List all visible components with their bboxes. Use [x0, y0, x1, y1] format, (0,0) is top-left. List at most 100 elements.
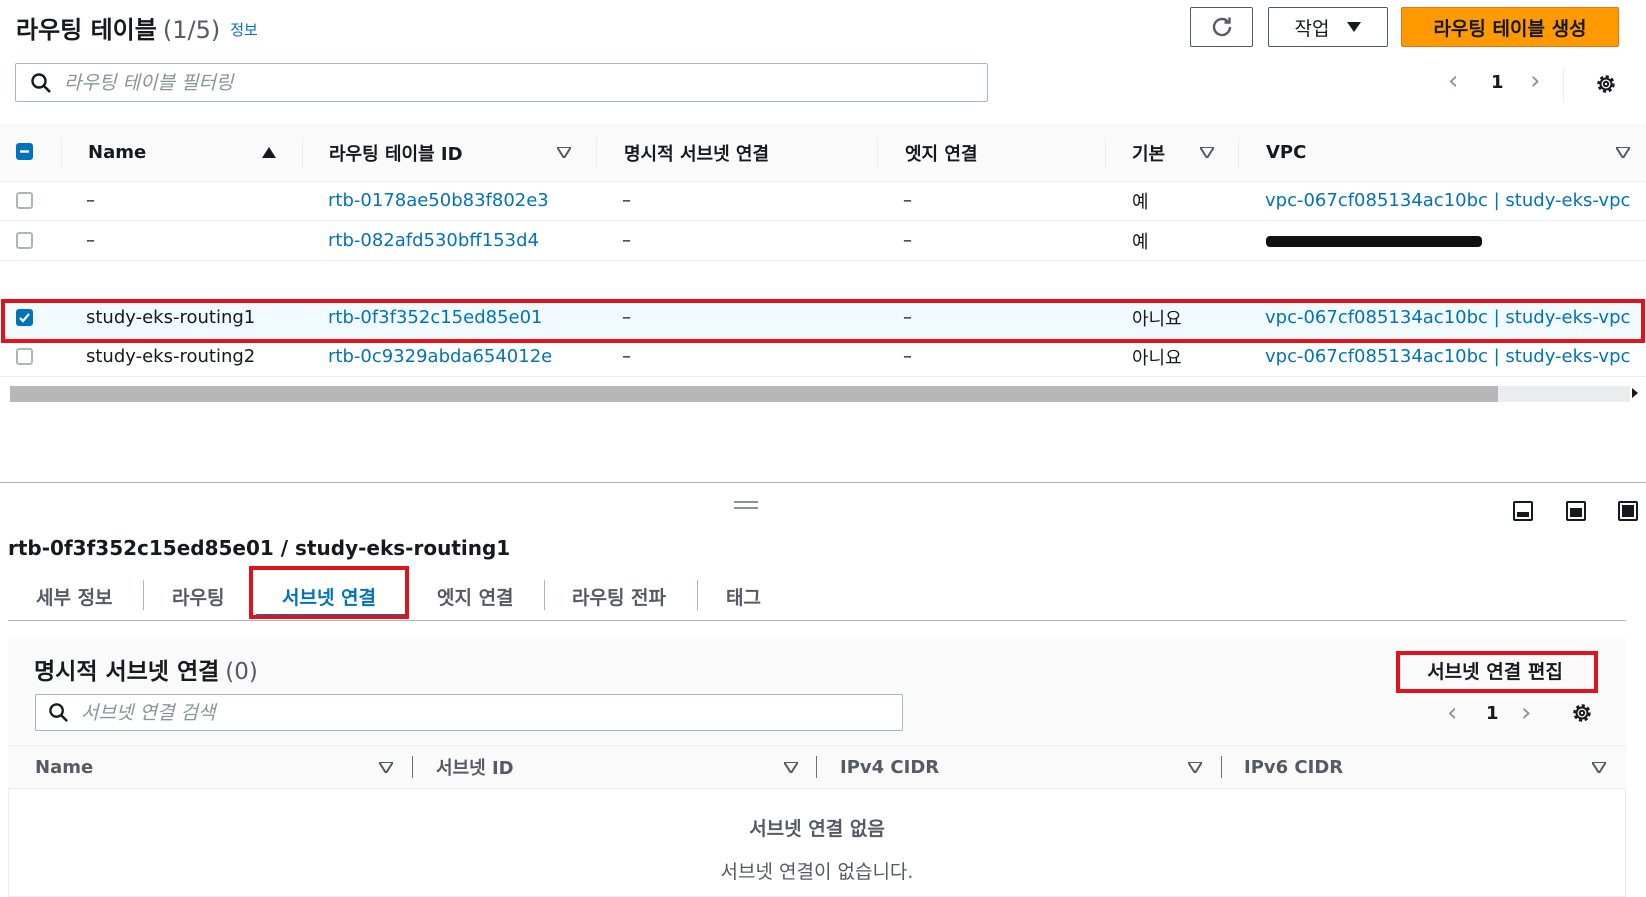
- split-panel-divider: [0, 482, 1646, 483]
- sort-caret-icon[interactable]: [557, 124, 571, 181]
- scroll-right-icon[interactable]: [1630, 386, 1640, 400]
- row-subnet: –: [622, 190, 631, 211]
- preferences-gear-icon[interactable]: [1570, 701, 1594, 725]
- panel-side-icon[interactable]: [1566, 501, 1586, 521]
- row-route-table-id[interactable]: rtb-0f3f352c15ed85e01: [328, 298, 543, 337]
- panel-full-icon[interactable]: [1618, 501, 1638, 521]
- col-name[interactable]: Name: [88, 124, 146, 181]
- sort-caret-icon[interactable]: [379, 746, 393, 788]
- refresh-button[interactable]: [1190, 7, 1253, 47]
- table-row: [0, 261, 1646, 299]
- route-table-filter[interactable]: [15, 63, 988, 102]
- subnet-associations-count: (0): [225, 659, 258, 685]
- detail-title: rtb-0f3f352c15ed85e01 / study-eks-routin…: [8, 536, 511, 560]
- row-checkbox[interactable]: [16, 309, 33, 326]
- drag-handle-icon[interactable]: [733, 500, 759, 510]
- tab-details[interactable]: 세부 정보: [36, 574, 113, 618]
- active-tab-indicator: [256, 614, 406, 618]
- panel-bottom-icon[interactable]: [1513, 501, 1533, 521]
- table-header: Name 라우팅 테이블 ID 명시적 서브넷 연결 엣지 연결 기본 VPC: [0, 124, 1646, 182]
- next-page-icon[interactable]: ›: [1530, 68, 1540, 94]
- row-edge: –: [903, 230, 912, 251]
- redaction-mark: [1266, 236, 1482, 247]
- filter-input[interactable]: [62, 70, 987, 95]
- sort-caret-icon[interactable]: [1616, 124, 1630, 181]
- sort-caret-icon[interactable]: [784, 746, 798, 788]
- row-route-table-id[interactable]: rtb-0c9329abda654012e: [328, 337, 552, 376]
- row-checkbox[interactable]: [16, 232, 33, 249]
- tabs-underline: [8, 620, 1626, 621]
- table-row[interactable]: study-eks-routing2 rtb-0c9329abda654012e…: [0, 337, 1646, 377]
- row-edge: –: [903, 307, 912, 328]
- scrollbar-thumb[interactable]: [10, 386, 1498, 402]
- page-number[interactable]: 1: [1486, 703, 1499, 724]
- row-main: 아니요: [1132, 308, 1182, 330]
- edit-subnet-associations-button[interactable]: 서브넷 연결 편집: [1400, 652, 1590, 688]
- actions-label: 작업: [1294, 17, 1330, 40]
- tab-edge-associations[interactable]: 엣지 연결: [437, 574, 514, 618]
- sort-caret-icon[interactable]: [1592, 746, 1606, 788]
- info-link[interactable]: 정보: [230, 21, 258, 39]
- col-edge-association[interactable]: 엣지 연결: [905, 124, 978, 181]
- col-main[interactable]: 기본: [1132, 124, 1165, 181]
- edit-label: 서브넷 연결 편집: [1427, 660, 1563, 683]
- table-row[interactable]: study-eks-routing1 rtb-0f3f352c15ed85e01…: [0, 298, 1646, 338]
- row-subnet: –: [622, 230, 631, 251]
- pager-divider: [1563, 68, 1564, 102]
- subnet-associations-title-text: 명시적 서브넷 연결: [34, 659, 220, 685]
- row-name: study-eks-routing2: [86, 346, 256, 367]
- col-explicit-subnet[interactable]: 명시적 서브넷 연결: [624, 124, 769, 181]
- row-checkbox[interactable]: [16, 192, 33, 209]
- tab-tags[interactable]: 태그: [726, 574, 761, 618]
- create-label: 라우팅 테이블 생성: [1433, 17, 1587, 40]
- col-ipv6-cidr[interactable]: IPv6 CIDR: [1244, 746, 1343, 788]
- row-name: –: [86, 230, 95, 251]
- create-route-table-button[interactable]: 라우팅 테이블 생성: [1401, 7, 1619, 47]
- caret-down-icon: [1347, 22, 1362, 32]
- page-number[interactable]: 1: [1491, 72, 1504, 93]
- col-vpc[interactable]: VPC: [1266, 124, 1306, 181]
- preferences-gear-icon[interactable]: [1594, 72, 1618, 96]
- next-page-icon[interactable]: ›: [1521, 700, 1531, 726]
- search-icon: [31, 72, 51, 93]
- subnet-associations-title: 명시적 서브넷 연결 (0): [34, 652, 258, 686]
- tab-route-propagation[interactable]: 라우팅 전파: [572, 574, 666, 618]
- row-route-table-id[interactable]: rtb-0178ae50b83f802e3: [328, 181, 549, 220]
- sort-caret-icon[interactable]: [1200, 124, 1214, 181]
- empty-state-title: 서브넷 연결 없음: [749, 818, 885, 840]
- row-checkbox[interactable]: [16, 348, 33, 365]
- row-vpc[interactable]: vpc-067cf085134ac10bc | study-eks-vpc: [1265, 181, 1630, 220]
- select-all-checkbox[interactable]: [16, 143, 33, 160]
- table-row[interactable]: – rtb-082afd530bff153d4 – – 예: [0, 221, 1646, 261]
- tab-routes[interactable]: 라우팅: [172, 574, 224, 618]
- row-edge: –: [903, 346, 912, 367]
- row-route-table-id[interactable]: rtb-082afd530bff153d4: [328, 221, 539, 260]
- page-title-text: 라우팅 테이블: [16, 16, 157, 44]
- row-main: 예: [1132, 191, 1149, 213]
- row-vpc[interactable]: vpc-067cf085134ac10bc | study-eks-vpc: [1265, 298, 1630, 337]
- subnet-search-input[interactable]: [79, 700, 902, 725]
- col-route-table-id[interactable]: 라우팅 테이블 ID: [329, 124, 463, 181]
- prev-page-icon[interactable]: ‹: [1448, 68, 1458, 94]
- row-subnet: –: [622, 346, 631, 367]
- table-row[interactable]: – rtb-0178ae50b83f802e3 – – 예 vpc-067cf0…: [0, 181, 1646, 221]
- row-subnet: –: [622, 307, 631, 328]
- col-name[interactable]: Name: [35, 746, 93, 788]
- tab-subnet-associations[interactable]: 서브넷 연결: [282, 574, 376, 618]
- row-main: 예: [1132, 231, 1149, 253]
- search-icon: [49, 703, 68, 722]
- subnet-association-search[interactable]: [35, 694, 903, 731]
- selection-count: (1/5): [162, 16, 221, 44]
- sort-caret-icon[interactable]: [1188, 746, 1202, 788]
- row-name: –: [86, 190, 95, 211]
- row-name: study-eks-routing1: [86, 307, 256, 328]
- prev-page-icon[interactable]: ‹: [1447, 700, 1457, 726]
- row-vpc[interactable]: vpc-067cf085134ac10bc | study-eks-vpc: [1265, 337, 1630, 376]
- actions-dropdown-button[interactable]: 작업: [1268, 7, 1388, 47]
- subnet-table-header: Name 서브넷 ID IPv4 CIDR IPv6 CIDR: [8, 745, 1626, 789]
- col-subnet-id[interactable]: 서브넷 ID: [436, 746, 514, 788]
- col-ipv4-cidr[interactable]: IPv4 CIDR: [840, 746, 939, 788]
- page-title: 라우팅 테이블 (1/5) 정보: [16, 10, 258, 45]
- refresh-icon: [1212, 17, 1231, 37]
- sort-asc-icon[interactable]: [262, 124, 276, 181]
